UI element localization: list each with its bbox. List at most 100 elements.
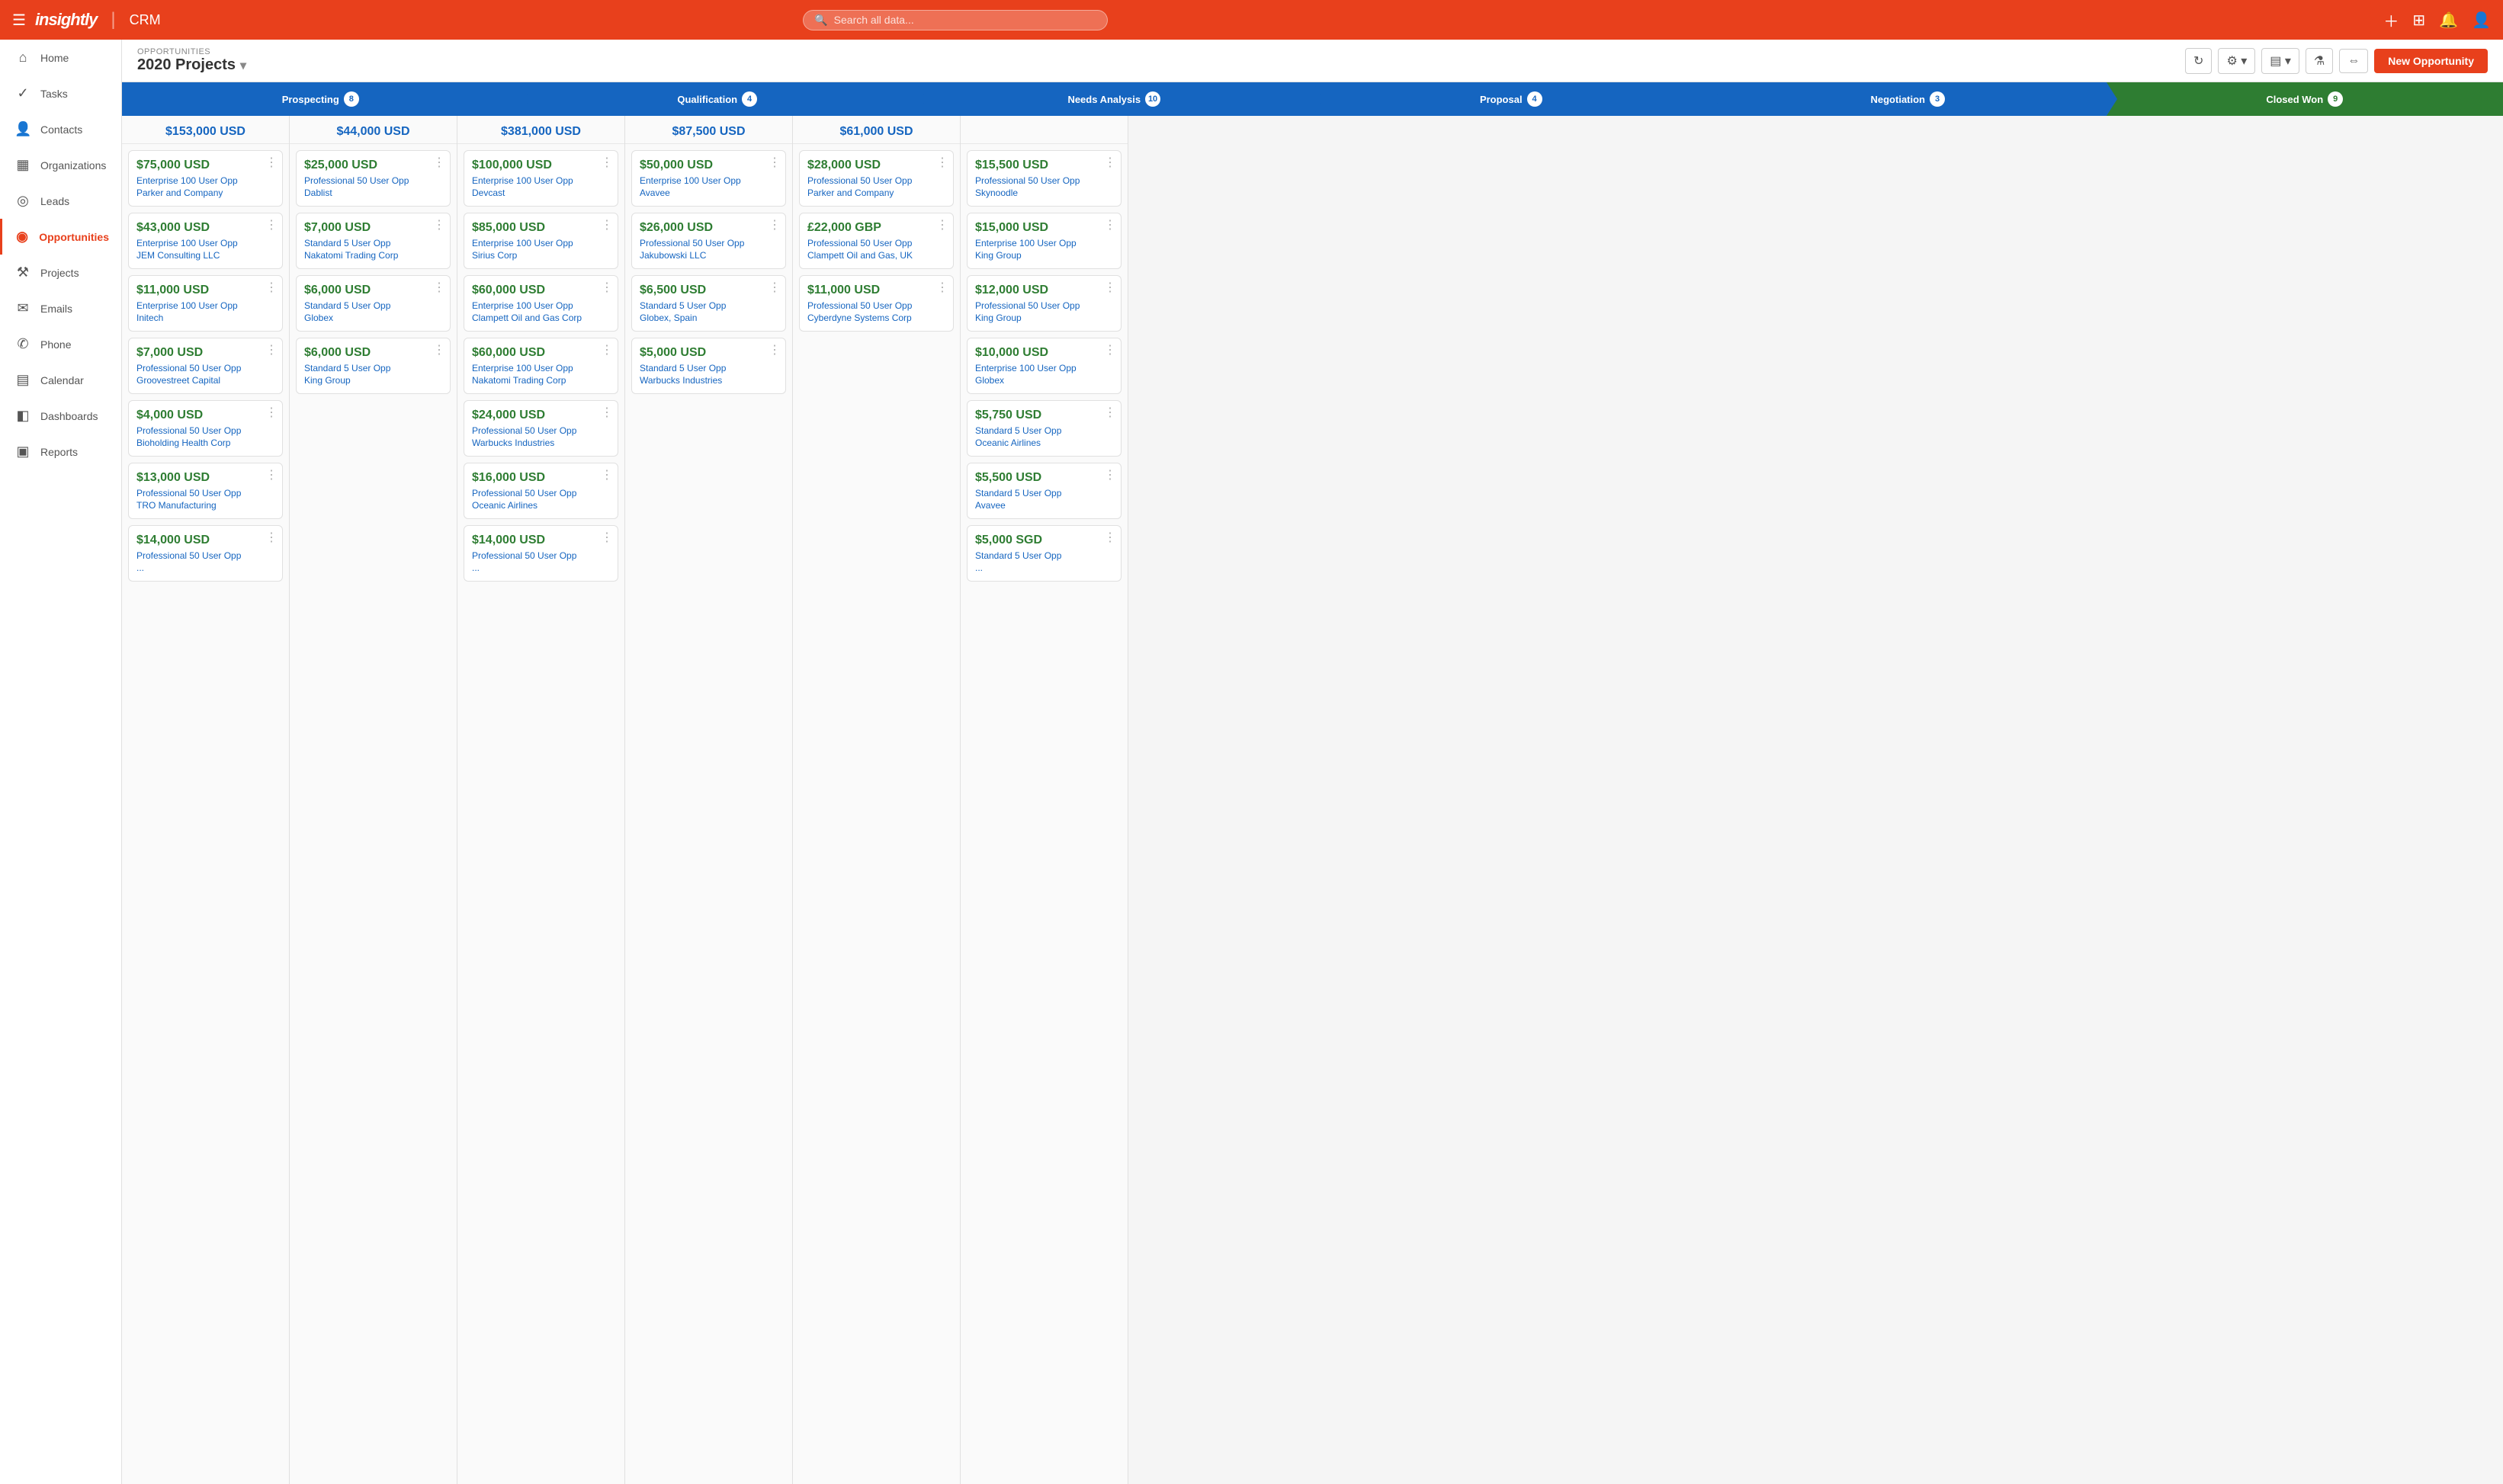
grid-icon[interactable]: ⊞: [2412, 11, 2425, 30]
sidebar-item-phone[interactable]: ✆ Phone: [0, 326, 121, 362]
card-company[interactable]: King Group: [975, 250, 1113, 261]
kanban-card[interactable]: ⋮ $13,000 USD Professional 50 User Opp T…: [128, 463, 283, 519]
card-menu-icon[interactable]: ⋮: [265, 220, 278, 232]
stage-closed-won[interactable]: Closed Won 9: [2107, 82, 2503, 116]
card-company[interactable]: ...: [472, 563, 610, 573]
kanban-card[interactable]: ⋮ $15,000 USD Enterprise 100 User Opp Ki…: [967, 213, 1122, 269]
kanban-card[interactable]: ⋮ $16,000 USD Professional 50 User Opp O…: [464, 463, 618, 519]
card-menu-icon[interactable]: ⋮: [601, 470, 613, 482]
card-company[interactable]: King Group: [975, 313, 1113, 323]
card-menu-icon[interactable]: ⋮: [433, 282, 445, 294]
card-company[interactable]: Globex, Spain: [640, 313, 778, 323]
kanban-card[interactable]: ⋮ $60,000 USD Enterprise 100 User Opp Cl…: [464, 275, 618, 332]
kanban-card[interactable]: ⋮ $100,000 USD Enterprise 100 User Opp D…: [464, 150, 618, 207]
kanban-card[interactable]: ⋮ $24,000 USD Professional 50 User Opp W…: [464, 400, 618, 457]
card-menu-icon[interactable]: ⋮: [433, 345, 445, 357]
kanban-card[interactable]: ⋮ $7,000 USD Professional 50 User Opp Gr…: [128, 338, 283, 394]
kanban-card[interactable]: ⋮ $75,000 USD Enterprise 100 User Opp Pa…: [128, 150, 283, 207]
card-company[interactable]: Oceanic Airlines: [472, 500, 610, 511]
kanban-card[interactable]: ⋮ $26,000 USD Professional 50 User Opp J…: [631, 213, 786, 269]
stage-qualification[interactable]: Qualification 4: [519, 82, 916, 116]
kanban-card[interactable]: ⋮ $4,000 USD Professional 50 User Opp Bi…: [128, 400, 283, 457]
card-menu-icon[interactable]: ⋮: [769, 282, 781, 294]
logo[interactable]: insightly: [35, 10, 97, 30]
sidebar-item-home[interactable]: ⌂ Home: [0, 40, 121, 75]
card-menu-icon[interactable]: ⋮: [1104, 282, 1116, 294]
kanban-card[interactable]: ⋮ $14,000 USD Professional 50 User Opp .…: [128, 525, 283, 582]
add-icon[interactable]: ＋: [2383, 9, 2399, 31]
kanban-card[interactable]: ⋮ $6,000 USD Standard 5 User Opp King Gr…: [296, 338, 451, 394]
card-company[interactable]: Clampett Oil and Gas Corp: [472, 313, 610, 323]
sidebar-item-opportunities[interactable]: ◉ Opportunities: [0, 219, 121, 255]
card-company[interactable]: Parker and Company: [136, 188, 274, 198]
card-company[interactable]: Warbucks Industries: [640, 375, 778, 386]
card-menu-icon[interactable]: ⋮: [433, 157, 445, 169]
notifications-icon[interactable]: 🔔: [2439, 11, 2458, 30]
hamburger-menu[interactable]: ☰: [12, 11, 26, 30]
card-menu-icon[interactable]: ⋮: [769, 220, 781, 232]
kanban-card[interactable]: ⋮ $28,000 USD Professional 50 User Opp P…: [799, 150, 954, 207]
settings-button[interactable]: ⚙ ▾: [2218, 48, 2255, 74]
card-menu-icon[interactable]: ⋮: [265, 470, 278, 482]
sidebar-item-organizations[interactable]: ▦ Organizations: [0, 147, 121, 183]
card-company[interactable]: JEM Consulting LLC: [136, 250, 274, 261]
card-company[interactable]: Parker and Company: [807, 188, 945, 198]
kanban-card[interactable]: ⋮ $5,000 SGD Standard 5 User Opp ...: [967, 525, 1122, 582]
stage-proposal[interactable]: Proposal 4: [1313, 82, 1710, 116]
card-menu-icon[interactable]: ⋮: [1104, 532, 1116, 544]
card-company[interactable]: Avavee: [640, 188, 778, 198]
card-menu-icon[interactable]: ⋮: [601, 532, 613, 544]
kanban-card[interactable]: ⋮ $10,000 USD Enterprise 100 User Opp Gl…: [967, 338, 1122, 394]
filter-button[interactable]: ⚗: [2306, 48, 2333, 74]
card-menu-icon[interactable]: ⋮: [601, 220, 613, 232]
kanban-card[interactable]: ⋮ $12,000 USD Professional 50 User Opp K…: [967, 275, 1122, 332]
search-bar[interactable]: 🔍: [803, 10, 1108, 30]
card-menu-icon[interactable]: ⋮: [433, 220, 445, 232]
card-menu-icon[interactable]: ⋮: [265, 532, 278, 544]
sidebar-item-leads[interactable]: ◎ Leads: [0, 183, 121, 219]
kanban-card[interactable]: ⋮ $25,000 USD Professional 50 User Opp D…: [296, 150, 451, 207]
kanban-card[interactable]: ⋮ £22,000 GBP Professional 50 User Opp C…: [799, 213, 954, 269]
profile-icon[interactable]: 👤: [2472, 11, 2491, 30]
page-title[interactable]: 2020 Projects ▾: [137, 56, 246, 74]
sidebar-item-reports[interactable]: ▣ Reports: [0, 434, 121, 470]
card-company[interactable]: Groovestreet Capital: [136, 375, 274, 386]
card-menu-icon[interactable]: ⋮: [265, 345, 278, 357]
card-menu-icon[interactable]: ⋮: [1104, 345, 1116, 357]
card-company[interactable]: Globex: [304, 313, 442, 323]
card-menu-icon[interactable]: ⋮: [1104, 220, 1116, 232]
card-company[interactable]: Cyberdyne Systems Corp: [807, 313, 945, 323]
card-company[interactable]: King Group: [304, 375, 442, 386]
sidebar-item-tasks[interactable]: ✓ Tasks: [0, 75, 121, 111]
card-menu-icon[interactable]: ⋮: [1104, 407, 1116, 419]
card-company[interactable]: Initech: [136, 313, 274, 323]
card-menu-icon[interactable]: ⋮: [769, 345, 781, 357]
kanban-card[interactable]: ⋮ $5,000 USD Standard 5 User Opp Warbuck…: [631, 338, 786, 394]
kanban-card[interactable]: ⋮ $6,500 USD Standard 5 User Opp Globex,…: [631, 275, 786, 332]
sidebar-item-emails[interactable]: ✉ Emails: [0, 290, 121, 326]
stage-negotiation[interactable]: Negotiation 3: [1709, 82, 2107, 116]
card-company[interactable]: Jakubowski LLC: [640, 250, 778, 261]
kanban-card[interactable]: ⋮ $85,000 USD Enterprise 100 User Opp Si…: [464, 213, 618, 269]
kanban-card[interactable]: ⋮ $11,000 USD Professional 50 User Opp C…: [799, 275, 954, 332]
card-menu-icon[interactable]: ⋮: [936, 157, 948, 169]
card-company[interactable]: Dablist: [304, 188, 442, 198]
card-company[interactable]: Nakatomi Trading Corp: [304, 250, 442, 261]
kanban-card[interactable]: ⋮ $15,500 USD Professional 50 User Opp S…: [967, 150, 1122, 207]
card-menu-icon[interactable]: ⋮: [601, 157, 613, 169]
card-menu-icon[interactable]: ⋮: [1104, 470, 1116, 482]
new-opportunity-button[interactable]: New Opportunity: [2374, 49, 2488, 73]
card-company[interactable]: Devcast: [472, 188, 610, 198]
card-menu-icon[interactable]: ⋮: [1104, 157, 1116, 169]
kanban-card[interactable]: ⋮ $43,000 USD Enterprise 100 User Opp JE…: [128, 213, 283, 269]
card-menu-icon[interactable]: ⋮: [601, 407, 613, 419]
card-company[interactable]: Clampett Oil and Gas, UK: [807, 250, 945, 261]
columns-button[interactable]: ⇔: [2339, 49, 2368, 73]
kanban-card[interactable]: ⋮ $5,500 USD Standard 5 User Opp Avavee: [967, 463, 1122, 519]
card-menu-icon[interactable]: ⋮: [265, 407, 278, 419]
kanban-card[interactable]: ⋮ $50,000 USD Enterprise 100 User Opp Av…: [631, 150, 786, 207]
refresh-button[interactable]: ↻: [2185, 48, 2212, 74]
kanban-card[interactable]: ⋮ $6,000 USD Standard 5 User Opp Globex: [296, 275, 451, 332]
card-company[interactable]: TRO Manufacturing: [136, 500, 274, 511]
card-menu-icon[interactable]: ⋮: [265, 282, 278, 294]
